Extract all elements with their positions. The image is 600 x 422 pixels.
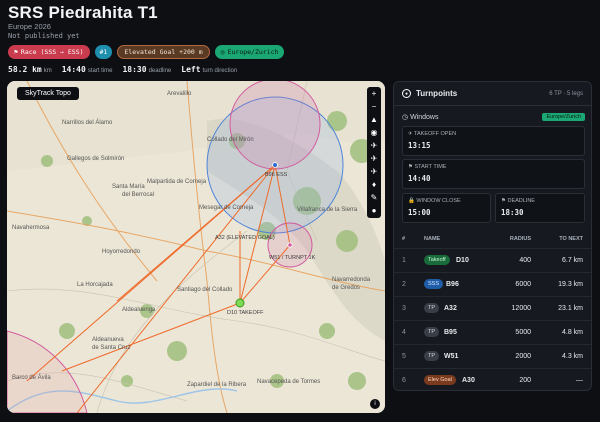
layers-icon[interactable]: ◉ xyxy=(368,128,380,138)
turnpoints-panel: ● Turnpoints 6 TP · 5 legs ◷ Windows Eur… xyxy=(393,81,592,391)
window-close-card: 🔒 Window close 15:00 xyxy=(402,193,491,223)
col-next: TO NEXT xyxy=(559,236,583,242)
col-name: NAME xyxy=(424,236,441,242)
plane-icon[interactable]: ✈ xyxy=(368,167,380,177)
start-time-value: 14:40 xyxy=(408,174,431,183)
waypoint-icon[interactable]: ♦ xyxy=(368,180,380,190)
svg-text:Arevalillo: Arevalillo xyxy=(167,91,192,97)
panel-header: ● Turnpoints 6 TP · 5 legs xyxy=(394,82,591,106)
timezone-label: Europe/Zurich xyxy=(227,48,279,56)
svg-text:Collado del Mirón: Collado del Mirón xyxy=(207,137,254,143)
svg-text:Navacepeda de Tormes: Navacepeda de Tormes xyxy=(257,379,320,385)
stat-turn: Left turn direction xyxy=(181,65,238,74)
zoom-out-button[interactable]: − xyxy=(368,102,380,112)
svg-text:Santa María: Santa María xyxy=(112,184,145,190)
svg-text:de Santa Cruz: de Santa Cruz xyxy=(92,345,130,351)
edit-icon[interactable]: ✎ xyxy=(368,193,380,203)
deadline-card: ⚑ Deadline 18:30 xyxy=(495,193,585,223)
flag-icon: ⚑ xyxy=(14,48,18,56)
windows-header: ◷ Windows Europe/Zurich xyxy=(402,113,585,121)
race-type-badge: ⚑ Race (SSS → ESS) xyxy=(8,45,90,59)
windows-timezone-badge: Europe/Zurich xyxy=(542,113,585,121)
windows-title: ◷ Windows xyxy=(402,114,439,121)
tp-tag: TP xyxy=(424,303,440,313)
svg-text:de Gredos: de Gredos xyxy=(332,285,360,291)
plane-icon[interactable]: ✈ xyxy=(368,141,380,151)
table-row[interactable]: 1 Takeoff D10 400 6.7 km xyxy=(394,248,591,272)
sss-tag: SSS xyxy=(424,279,444,289)
page-title: SRS Piedrahita T1 xyxy=(8,3,158,22)
takeoff-open-card: ✈ Takeoff open 13:15 xyxy=(402,126,585,156)
svg-text:W51 / TURNPT 1K: W51 / TURNPT 1K xyxy=(269,255,316,261)
map-canvas[interactable]: Arevalillo Narrillos del Álamo Gallegos … xyxy=(7,81,385,413)
svg-text:Gallegos de Solmirón: Gallegos de Solmirón xyxy=(67,156,124,162)
svg-text:del Berrocal: del Berrocal xyxy=(122,192,154,198)
tp-tag: TP xyxy=(424,327,440,337)
table-row[interactable]: 2 SSS B96 6000 19.3 km xyxy=(394,272,591,296)
task-stats: 58.2 km km 14:40 start time 18:30 deadline … xyxy=(8,65,237,74)
stat-start: 14:40 start time xyxy=(61,65,113,74)
publish-status: Not published yet xyxy=(8,32,80,40)
svg-text:La Horcajada: La Horcajada xyxy=(77,282,113,288)
turnpoint-count: 6 TP · 5 legs xyxy=(549,90,583,97)
plane-icon[interactable]: ✈ xyxy=(368,154,380,164)
table-row[interactable]: 3 TP A32 12000 23.1 km xyxy=(394,296,591,320)
col-index: # xyxy=(402,236,406,242)
zoom-in-button[interactable]: + xyxy=(368,89,380,99)
start-time-label: ⚑ Start time xyxy=(408,164,447,170)
goal-type-badge: Elevated Goal +200 m xyxy=(117,45,210,59)
svg-text:Navahermosa: Navahermosa xyxy=(12,225,50,231)
deadline-value: 18:30 xyxy=(501,208,524,217)
svg-text:Hoyorredondo: Hoyorredondo xyxy=(102,249,141,255)
svg-text:A32 (ELEVATED GOAL): A32 (ELEVATED GOAL) xyxy=(215,235,275,241)
svg-text:Santiago del Collado: Santiago del Collado xyxy=(177,287,233,293)
svg-text:Mesegar de Corneja: Mesegar de Corneja xyxy=(199,205,254,211)
takeoff-open-label: ✈ Takeoff open xyxy=(408,131,457,137)
map-toolbar: + − ▲ ◉ ✈ ✈ ✈ ♦ ✎ ● xyxy=(367,87,381,218)
svg-text:Navarredonda: Navarredonda xyxy=(332,277,371,283)
takeoff-tag: Takeoff xyxy=(424,255,450,265)
goal-tag: Elev Goal xyxy=(424,375,456,385)
north-arrow-icon[interactable]: ▲ xyxy=(368,115,380,125)
target-icon: ● xyxy=(402,89,411,98)
competition-subtitle: Europe 2026 xyxy=(8,22,51,31)
window-close-value: 15:00 xyxy=(408,208,431,217)
takeoff-open-value: 13:15 xyxy=(408,141,431,150)
task-map[interactable]: Arevalillo Narrillos del Álamo Gallegos … xyxy=(7,81,385,413)
globe-icon: ◎ xyxy=(220,48,225,56)
race-type-label: Race (SSS → ESS) xyxy=(20,48,84,56)
svg-text:Malpartida de Corneja: Malpartida de Corneja xyxy=(147,179,207,185)
svg-text:B96 ESS: B96 ESS xyxy=(265,172,288,178)
table-row[interactable]: 5 TP W51 2000 4.3 km xyxy=(394,344,591,368)
info-icon[interactable]: i xyxy=(370,399,380,409)
table-row[interactable]: 4 TP B95 5000 4.8 km xyxy=(394,320,591,344)
svg-text:Barco de Ávila: Barco de Ávila xyxy=(12,374,51,381)
stat-deadline: 18:30 deadline xyxy=(122,65,172,74)
tp-tag: TP xyxy=(424,351,440,361)
svg-text:Narrillos del Álamo: Narrillos del Álamo xyxy=(62,119,113,126)
task-number-badge: #1 xyxy=(94,45,113,59)
svg-text:Aldealuenga: Aldealuenga xyxy=(122,307,156,313)
map-layer-label[interactable]: SkyTrack Topo xyxy=(17,87,79,100)
start-time-card: ⚑ Start time 14:40 xyxy=(402,159,585,189)
palette-icon[interactable]: ● xyxy=(368,206,380,216)
window-close-label: 🔒 Window close xyxy=(408,198,461,204)
svg-text:Zapardiel de la Ribera: Zapardiel de la Ribera xyxy=(187,382,247,388)
svg-text:Villafranca de la Sierra: Villafranca de la Sierra xyxy=(297,207,358,213)
svg-text:Aldeanueva: Aldeanueva xyxy=(92,337,124,343)
svg-text:D10 TAKEOFF: D10 TAKEOFF xyxy=(227,310,264,316)
timezone-badge: ◎ Europe/Zurich xyxy=(214,45,285,59)
deadline-label: ⚑ Deadline xyxy=(501,198,535,204)
task-badges: ⚑ Race (SSS → ESS) #1 Elevated Goal +200… xyxy=(8,45,285,59)
col-radius: RADIUS xyxy=(509,236,531,242)
stat-distance: 58.2 km km xyxy=(8,65,52,74)
panel-title: Turnpoints xyxy=(416,89,458,98)
table-row[interactable]: 6 Elev Goal A30 200 — xyxy=(394,368,591,390)
